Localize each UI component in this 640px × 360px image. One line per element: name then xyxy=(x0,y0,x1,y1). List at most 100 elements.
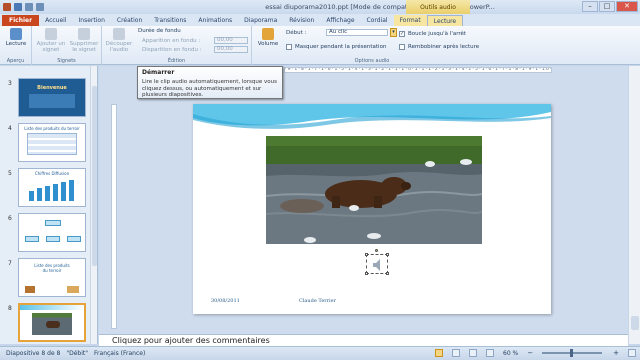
document-title: essai diuporama2010.ppt [Mode de compati… xyxy=(265,3,495,11)
editor-scrollbar[interactable] xyxy=(628,66,640,344)
add-bookmark-label: Ajouter un signet xyxy=(36,41,66,53)
group-label-signets: Signets xyxy=(57,58,76,64)
ribbon-tabs: Fichier Accueil Insertion Création Trans… xyxy=(0,14,640,26)
tab-fichier[interactable]: Fichier xyxy=(2,15,40,26)
rewind-checkbox[interactable] xyxy=(399,44,405,50)
fade-duration-title: Durée de fondu xyxy=(138,28,181,34)
thumbnail-image xyxy=(67,286,79,293)
thumbnail-diagram-node xyxy=(25,236,39,242)
group-signets: Ajouter un signet Supprimer le signet Si… xyxy=(32,26,102,65)
slide-thumbnail-7[interactable]: Liste des produits du terroir xyxy=(18,258,86,297)
hide-label: Masquer pendant la présentation xyxy=(295,44,387,50)
thumbnail-title: Bienvenue xyxy=(37,85,67,91)
group-options-audio: Volume Début : Au clic ▾ Masquer pendant… xyxy=(252,26,492,65)
fade-in-field[interactable]: 00,00 xyxy=(214,37,248,44)
volume-label: Volume xyxy=(257,41,279,47)
horizontal-ruler: ·9·1·8·1·7·1·6·1·5·1·4·1·3·1·2·1·1·1·0·1… xyxy=(284,67,552,73)
tab-cordial[interactable]: Cordial xyxy=(361,15,394,26)
slide-counter: Diapositive 8 de 8 xyxy=(6,350,61,357)
redo-icon[interactable] xyxy=(36,3,44,11)
add-bookmark-icon xyxy=(45,28,57,40)
maximize-button[interactable]: □ xyxy=(599,1,615,12)
status-bar: Diapositive 8 de 8 "Débit" Français (Fra… xyxy=(0,346,640,360)
tab-creation[interactable]: Création xyxy=(111,15,148,26)
thumbnail-number: 3 xyxy=(8,80,12,87)
thumbnail-chart xyxy=(29,180,74,201)
zoom-slider[interactable] xyxy=(542,349,603,357)
slide-thumbnail-8[interactable] xyxy=(18,303,86,342)
thumbnails-scroll-thumb[interactable] xyxy=(92,86,97,266)
thumbnail-content xyxy=(29,94,75,108)
context-tool-title: Outils audio xyxy=(406,0,470,14)
audio-clip-icon[interactable] xyxy=(365,249,389,275)
tab-format[interactable]: Format xyxy=(393,15,427,26)
slide-thumbnail-6[interactable] xyxy=(18,213,86,252)
thumbnail-title: Chiffres Diffusion xyxy=(34,171,70,176)
theme-name: "Débit" xyxy=(66,350,89,357)
minimize-button[interactable]: – xyxy=(582,1,598,12)
reading-view-button[interactable] xyxy=(469,349,477,357)
speaker-icon xyxy=(373,259,380,271)
ribbon: Lecture Aperçu Ajouter un signet Supprim… xyxy=(0,26,640,65)
thumbnail-diagram-node xyxy=(46,236,60,242)
close-button[interactable]: ✕ xyxy=(616,1,638,12)
group-edition: Découper l'audio Durée de fondu Appariti… xyxy=(102,26,252,65)
tab-lecture[interactable]: Lecture xyxy=(426,15,464,26)
start-select[interactable]: Au clic xyxy=(326,29,388,36)
language-indicator[interactable]: Français (France) xyxy=(94,350,145,357)
play-button[interactable]: Lecture xyxy=(4,28,28,56)
tab-animations[interactable]: Animations xyxy=(192,15,238,26)
tab-accueil[interactable]: Accueil xyxy=(39,15,72,26)
volume-button[interactable]: Volume xyxy=(256,28,280,56)
tooltip-body: Lire le clip audio automatiquement, lors… xyxy=(142,79,277,98)
notes-pane[interactable]: Cliquez pour ajouter des commentaires xyxy=(99,334,628,346)
loop-label: Boucle jusqu'à l'arrêt xyxy=(408,31,467,37)
add-bookmark-button[interactable]: Ajouter un signet xyxy=(36,28,66,56)
bear-photo-image xyxy=(266,136,482,244)
zoom-in-icon[interactable]: + xyxy=(613,349,619,357)
rotate-handle[interactable] xyxy=(375,249,378,252)
slideshow-view-button[interactable] xyxy=(486,349,494,357)
tab-revision[interactable]: Révision xyxy=(283,15,320,26)
tab-diaporama[interactable]: Diaporama xyxy=(238,15,283,26)
bear-photo[interactable] xyxy=(266,136,482,244)
slide-thumbnail-5[interactable]: Chiffres Diffusion xyxy=(18,168,86,207)
remove-bookmark-icon xyxy=(78,28,90,40)
group-label-options: Options audio xyxy=(354,58,390,64)
fade-out-field[interactable]: 00,00 xyxy=(214,46,248,53)
slide-date: 30/08/2011 xyxy=(211,298,240,304)
group-label-edition: Édition xyxy=(167,58,186,64)
thumbnails-scrollbar[interactable] xyxy=(90,66,97,344)
zoom-slider-thumb[interactable] xyxy=(570,349,574,357)
thumbnail-number: 7 xyxy=(8,260,12,267)
start-label: Début : xyxy=(286,30,307,36)
undo-icon[interactable] xyxy=(25,3,33,11)
editor-scroll-thumb[interactable] xyxy=(631,316,639,330)
powerpoint-app-icon[interactable] xyxy=(3,3,11,11)
normal-view-button[interactable] xyxy=(435,349,443,357)
zoom-level[interactable]: 60 % xyxy=(503,350,518,357)
current-slide[interactable]: 30/08/2011 Claude Terrier xyxy=(193,104,551,314)
slide-thumbnail-4[interactable]: Liste des produits du terroir xyxy=(18,123,86,162)
trim-audio-label: Découper l'audio xyxy=(105,41,133,53)
remove-bookmark-button[interactable]: Supprimer le signet xyxy=(68,28,100,56)
slide-thumbnail-3[interactable]: Bienvenue xyxy=(18,78,86,117)
fade-out-label: Disparition en fondu : xyxy=(142,47,202,53)
loop-checkbox[interactable]: ✓ xyxy=(399,31,405,37)
group-label-apercu: Aperçu xyxy=(6,58,25,64)
save-icon[interactable] xyxy=(14,3,22,11)
rewind-label: Rembobiner après lecture xyxy=(408,44,480,50)
slide-sorter-view-button[interactable] xyxy=(452,349,460,357)
volume-icon xyxy=(262,28,274,40)
tab-transitions[interactable]: Transitions xyxy=(148,15,192,26)
slide-footer: Claude Terrier xyxy=(299,298,337,304)
status-controls: 60 % − + xyxy=(429,349,636,357)
tab-affichage[interactable]: Affichage xyxy=(320,15,360,26)
start-dropdown-arrow-icon[interactable]: ▾ xyxy=(390,28,397,37)
trim-audio-button[interactable]: Découper l'audio xyxy=(104,28,134,56)
hide-checkbox[interactable] xyxy=(286,44,292,50)
zoom-out-icon[interactable]: − xyxy=(527,349,533,357)
thumbnail-bear xyxy=(46,321,60,328)
fit-to-window-button[interactable] xyxy=(628,349,636,357)
tab-insertion[interactable]: Insertion xyxy=(73,15,111,26)
